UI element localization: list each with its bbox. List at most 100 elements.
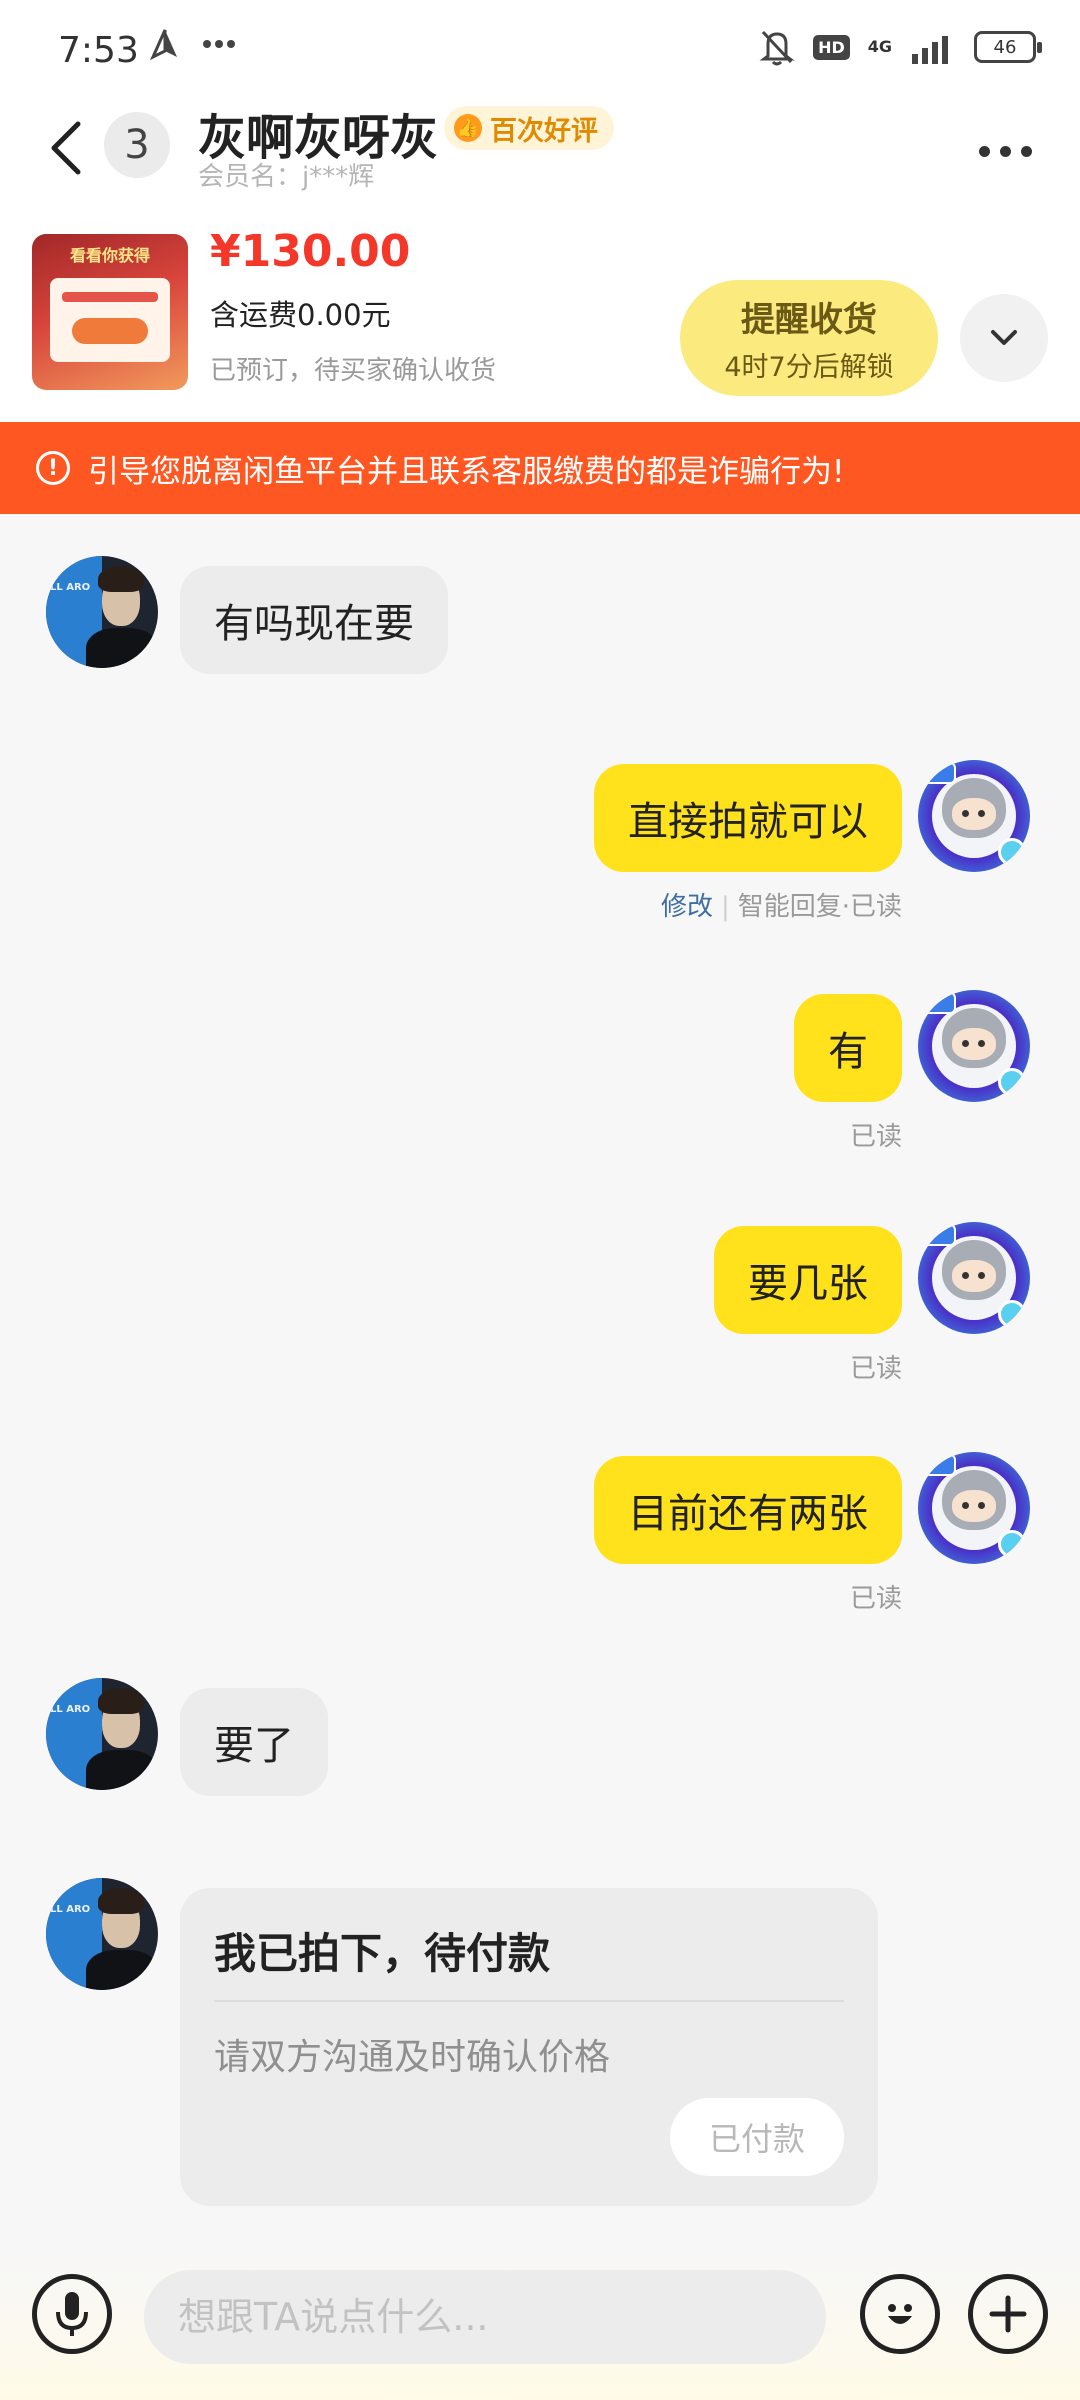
read-receipt: 已读: [849, 1122, 902, 1152]
avatar-poster-text: LL ARO: [50, 582, 91, 593]
order-status: 已预订，待买家确认收货: [210, 356, 497, 386]
contact-avatar[interactable]: LL ARO: [46, 1678, 158, 1790]
signal-icon: [912, 36, 948, 64]
scam-warning-banner: ! 引导您脱离闲鱼平台并且联系客服缴费的都是诈骗行为!: [0, 422, 1080, 514]
read-receipt: 已读: [849, 1354, 902, 1384]
product-price: ¥130.00: [210, 226, 411, 277]
message-bubble-outgoing[interactable]: 目前还有两张: [594, 1456, 902, 1564]
self-avatar[interactable]: [918, 990, 1030, 1102]
avatar-faceplate: [952, 1028, 996, 1060]
avatar-eye: [962, 810, 969, 817]
avatar-tag: [922, 1454, 956, 1476]
self-avatar[interactable]: [918, 760, 1030, 872]
order-card-description: 请双方沟通及时确认价格: [214, 2037, 611, 2078]
more-button[interactable]: [970, 126, 1040, 176]
avatar-eye: [978, 1502, 985, 1509]
message-bubble-incoming[interactable]: 有吗现在要: [180, 566, 448, 674]
product-thumbnail[interactable]: 看看你获得: [32, 234, 188, 390]
shipping-fee: 含运费0.00元: [210, 298, 391, 332]
message-bubble-outgoing[interactable]: 要几张: [714, 1226, 902, 1334]
avatar-tag: [922, 1224, 956, 1246]
message-input[interactable]: [144, 2270, 826, 2364]
unread-count-badge[interactable]: 3: [104, 112, 170, 178]
chat-header: 3 灰啊灰呀灰 👍 百次好评 会员名：j***辉: [0, 96, 1080, 208]
more-dot: [1020, 145, 1032, 157]
rating-badge[interactable]: 👍 百次好评: [444, 106, 614, 150]
remind-title: 提醒收货: [741, 300, 877, 340]
message-bubble-incoming[interactable]: 要了: [180, 1688, 328, 1796]
avatar-poster-text: LL ARO: [50, 1904, 91, 1915]
avatar-bot-badge: [998, 1530, 1026, 1558]
self-avatar[interactable]: [918, 1452, 1030, 1564]
self-avatar[interactable]: [918, 1222, 1030, 1334]
message-list[interactable]: LL ARO 有吗现在要 直接拍就可以 修改 | 智能回复·已读 有 已读 要几…: [0, 514, 1080, 2254]
navigation-icon: [150, 29, 177, 60]
avatar-eye: [962, 1502, 969, 1509]
more-dot: [978, 145, 990, 157]
message-bubble-outgoing[interactable]: 直接拍就可以: [594, 764, 902, 872]
bell-muted-icon: [759, 30, 795, 66]
avatar-faceplate: [952, 1490, 996, 1522]
network-label: 4G: [867, 37, 892, 56]
card-divider: [214, 2000, 844, 2002]
contact-avatar[interactable]: LL ARO: [46, 1878, 158, 1990]
meta-separator: |: [720, 892, 730, 922]
thumbnail-card: [50, 278, 170, 362]
avatar-tag: [922, 762, 956, 784]
avatar-eye: [978, 1040, 985, 1047]
battery-icon: 46: [974, 31, 1042, 63]
paid-button[interactable]: 已付款: [670, 2098, 844, 2176]
battery-level: 46: [993, 36, 1017, 58]
contact-avatar[interactable]: LL ARO: [46, 556, 158, 668]
alert-circle-icon: !: [36, 451, 70, 485]
order-status-card[interactable]: 我已拍下，待付款 请双方沟通及时确认价格 已付款: [180, 1888, 878, 2206]
thumbs-up-icon: 👍: [454, 114, 482, 142]
thumbnail-caption: 看看你获得: [69, 246, 150, 265]
input-bar: [0, 2254, 1080, 2400]
avatar-bot-badge: [998, 1068, 1026, 1096]
chat-screen: 7:53 HD 4G 46 3 灰啊灰呀灰 👍 百次好评 会员名：j***辉 看…: [0, 0, 1080, 2400]
add-button[interactable]: [968, 2274, 1048, 2354]
avatar-tag: [922, 992, 956, 1014]
rating-badge-label: 百次好评: [490, 115, 598, 147]
avatar-bot-badge: [998, 838, 1026, 866]
warning-text: 引导您脱离闲鱼平台并且联系客服缴费的都是诈骗行为!: [88, 453, 845, 490]
hd-badge: HD: [813, 34, 850, 60]
remind-receipt-button[interactable]: 提醒收货 4时7分后解锁: [680, 280, 938, 396]
order-card-title: 我已拍下，待付款: [214, 1929, 551, 1978]
member-name: 会员名：j***辉: [198, 162, 375, 192]
avatar-eye: [962, 1272, 969, 1279]
avatar-hair: [98, 566, 144, 592]
expand-button[interactable]: [960, 294, 1048, 382]
chevron-left-icon: [51, 121, 81, 175]
avatar-body: [86, 628, 158, 668]
read-receipt: 已读: [849, 1584, 902, 1614]
message-bubble-outgoing[interactable]: 有: [794, 994, 902, 1102]
status-right-icons: HD 4G 46: [759, 28, 1042, 66]
avatar-faceplate: [952, 798, 996, 830]
emoji-button[interactable]: [860, 2274, 940, 2354]
message-meta: 修改 | 智能回复·已读: [661, 886, 902, 923]
meta-status: 智能回复·已读: [737, 892, 902, 922]
microphone-icon: [56, 2292, 88, 2336]
avatar-hair: [98, 1888, 144, 1914]
status-bar: 7:53 HD 4G 46: [0, 0, 1080, 96]
avatar-eye: [978, 1272, 985, 1279]
emoji-icon: [888, 2304, 912, 2324]
avatar-bot-badge: [998, 1300, 1026, 1328]
plus-icon: [989, 2295, 1027, 2333]
voice-button[interactable]: [32, 2274, 112, 2354]
avatar-faceplate: [952, 1260, 996, 1292]
edit-reply-link[interactable]: 修改: [661, 892, 713, 922]
status-left-icons: [150, 28, 236, 60]
back-button[interactable]: [36, 110, 96, 186]
status-time: 7:53: [58, 30, 139, 71]
avatar-poster-text: LL ARO: [50, 1704, 91, 1715]
avatar-body: [86, 1750, 158, 1790]
avatar-eye: [962, 1040, 969, 1047]
avatar-body: [86, 1950, 158, 1990]
overflow-dots-icon: [203, 40, 235, 48]
chevron-down-icon: [991, 330, 1017, 345]
remind-countdown: 4时7分后解锁: [724, 352, 894, 383]
avatar-hair: [98, 1688, 144, 1714]
